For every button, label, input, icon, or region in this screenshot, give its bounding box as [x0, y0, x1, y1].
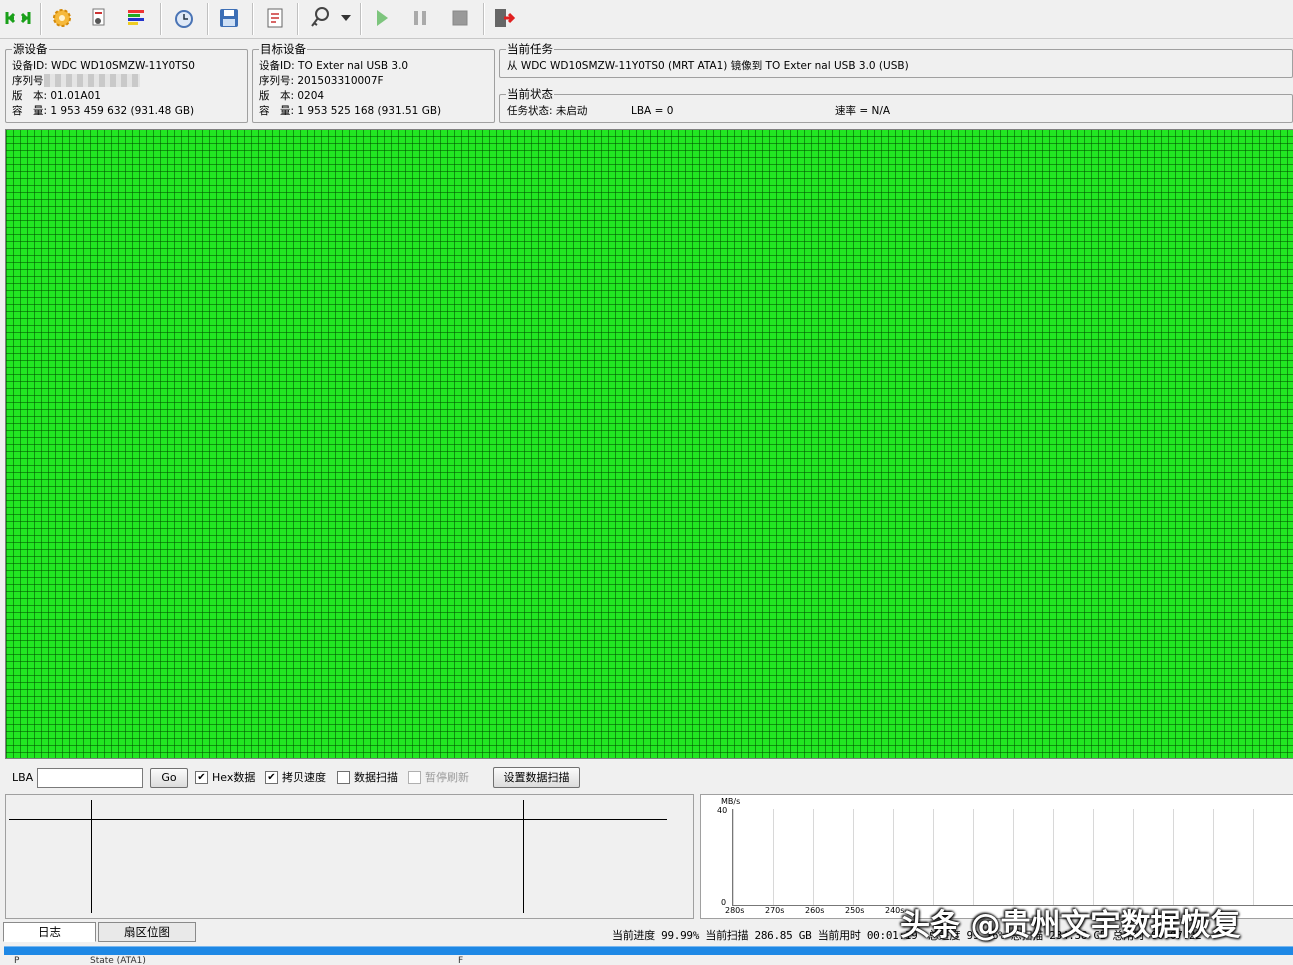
source-device-group: 源设备 设备ID: WDC WD10SMZW-11Y0TS0 序列号 版 本: … — [5, 42, 248, 123]
data-scan-label: 数据扫描 — [354, 771, 398, 784]
speed-gridline — [1093, 809, 1094, 905]
bottom-col-3: F — [458, 956, 464, 965]
redacted-serial — [43, 74, 140, 87]
set-data-scan-button[interactable]: 设置数据扫描 — [493, 767, 580, 788]
speed-y-max: 40 — [717, 806, 728, 815]
speed-gridline — [773, 809, 774, 905]
speed-gridline — [813, 809, 814, 905]
log-column-divider — [523, 800, 524, 913]
bottom-col-2: State (ATA1) — [90, 956, 146, 965]
log-header-line — [9, 819, 667, 820]
source-capacity: 容 量: 1 953 459 632 (931.48 GB) — [12, 105, 195, 117]
go-button[interactable]: Go — [150, 768, 188, 788]
speed-x-tick: 280s — [725, 906, 745, 915]
exit-icon[interactable] — [490, 4, 518, 32]
device-icon[interactable] — [85, 4, 113, 32]
current-task-group: 当前任务 从 WDC WD10SMZW-11Y0TS0 (MRT ATA1) 镜… — [499, 42, 1293, 78]
target-serial: 序列号: 201503310007F — [259, 75, 384, 87]
speed-unit-label: MB/s — [721, 797, 741, 806]
lba-label: LBA — [12, 770, 34, 784]
lba-readout: LBA = 0 — [631, 105, 674, 117]
current-status-title: 当前状态 — [506, 87, 554, 101]
speed-x-tick: 250s — [845, 906, 865, 915]
source-device-title: 源设备 — [12, 42, 49, 56]
speed-gridline — [1253, 809, 1254, 905]
speed-gridline — [733, 809, 734, 905]
stop-icon[interactable] — [446, 4, 474, 32]
progress-bar — [4, 946, 1293, 955]
speed-gridline — [1213, 809, 1214, 905]
pause-refresh-label: 暂停刷新 — [425, 771, 469, 784]
target-capacity: 容 量: 1 953 525 168 (931.51 GB) — [259, 105, 442, 117]
source-serial: 序列号 — [12, 74, 140, 88]
current-status-group: 当前状态 任务状态: 未启动 LBA = 0 速率 = N/A — [499, 87, 1293, 123]
target-device-title: 目标设备 — [259, 42, 307, 56]
speed-gridline — [1133, 809, 1134, 905]
hex-label: Hex数据 — [212, 771, 256, 784]
pause-refresh-check-box[interactable] — [408, 770, 421, 784]
task-state: 任务状态: 未启动 — [507, 105, 588, 117]
speed-gridline — [1053, 809, 1054, 905]
source-device-id: 设备ID: WDC WD10SMZW-11Y0TS0 — [12, 60, 195, 72]
copy-speed-label: 拷贝速度 — [282, 771, 326, 784]
chevron-down-icon[interactable] — [336, 4, 356, 32]
speed-gridline — [1173, 809, 1174, 905]
watermark: 头条 @贵州文宇数据恢复 — [900, 908, 1241, 943]
log-panel — [5, 794, 694, 919]
connect-icon[interactable] — [4, 4, 32, 32]
speed-gridline — [853, 809, 854, 905]
speed-x-tick: 270s — [765, 906, 785, 915]
speed-gridline — [933, 809, 934, 905]
source-serial-label: 序列号 — [12, 75, 44, 87]
hex-check-box[interactable]: ✔ — [195, 770, 208, 784]
lba-input[interactable] — [37, 768, 143, 788]
target-device-group: 目标设备 设备ID: TO Exter nal USB 3.0 序列号: 201… — [252, 42, 495, 123]
save-icon[interactable] — [215, 4, 243, 32]
settings-icon[interactable] — [48, 4, 76, 32]
data-scan-check-box[interactable] — [337, 770, 350, 784]
speed-gridline — [1013, 809, 1014, 905]
play-icon[interactable] — [368, 4, 396, 32]
bottom-columns: P State (ATA1) F — [0, 956, 1293, 965]
log-column-divider — [91, 800, 92, 913]
speed-x-tick: 260s — [805, 906, 825, 915]
source-version: 版 本: 01.01A01 — [12, 90, 101, 102]
color-bars-icon[interactable] — [122, 4, 150, 32]
report-icon[interactable] — [261, 4, 289, 32]
sector-map-grid[interactable] — [5, 129, 1293, 759]
copy-speed-checkbox[interactable]: ✔ 拷贝速度 — [265, 766, 326, 788]
copy-speed-check-box[interactable]: ✔ — [265, 770, 278, 784]
target-device-id: 设备ID: TO Exter nal USB 3.0 — [259, 60, 409, 72]
data-scan-checkbox[interactable]: 数据扫描 — [337, 766, 398, 788]
pause-icon[interactable] — [406, 4, 434, 32]
pause-refresh-checkbox[interactable]: 暂停刷新 — [408, 766, 469, 788]
toolbar — [0, 0, 1293, 39]
speed-gridline — [893, 809, 894, 905]
tab-sector-bitmap[interactable]: 扇区位图 — [98, 922, 196, 942]
key-icon[interactable] — [306, 4, 334, 32]
hex-checkbox[interactable]: ✔ Hex数据 — [195, 766, 255, 788]
speed-readout: 速率 = N/A — [835, 105, 891, 117]
speed-gridline — [973, 809, 974, 905]
target-version: 版 本: 0204 — [259, 90, 325, 102]
current-task-title: 当前任务 — [506, 42, 554, 56]
tab-log[interactable]: 日志 — [3, 922, 96, 942]
clock-icon[interactable] — [170, 4, 198, 32]
current-task-text: 从 WDC WD10SMZW-11Y0TS0 (MRT ATA1) 镜像到 TO… — [507, 60, 909, 72]
bottom-col-1: P — [14, 956, 20, 965]
